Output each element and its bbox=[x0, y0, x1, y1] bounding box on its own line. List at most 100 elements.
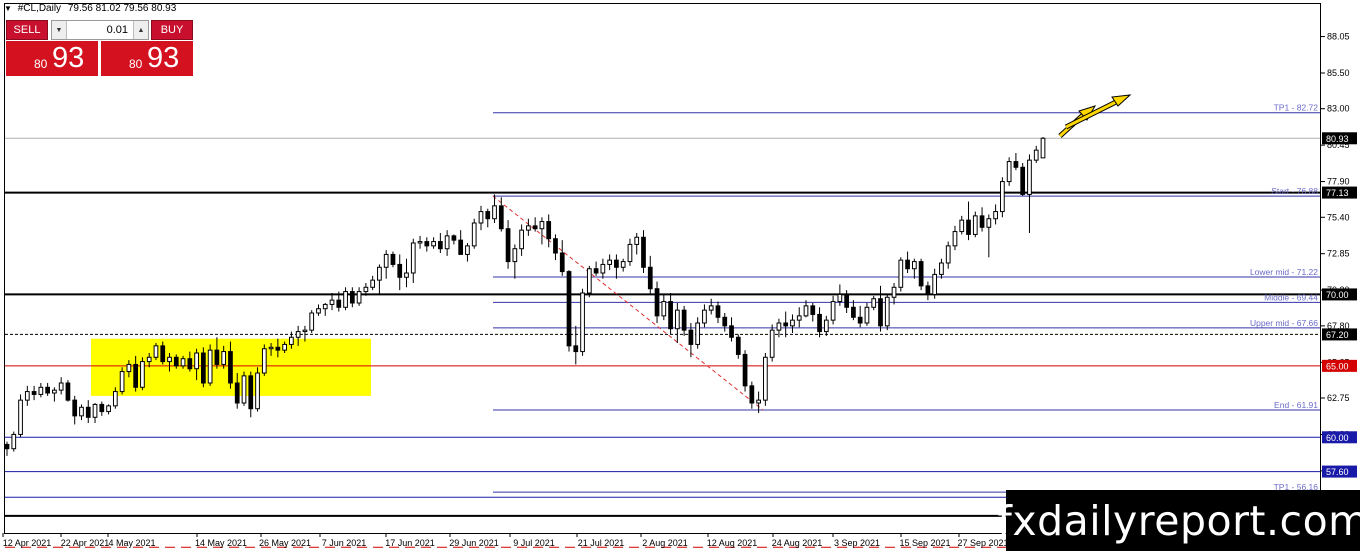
candle-body bbox=[58, 382, 64, 391]
candle-body bbox=[952, 231, 958, 247]
fib-label: TP1 - 82.72 bbox=[1274, 103, 1319, 113]
candle-body bbox=[884, 296, 890, 327]
y-tick-label: 72.85 bbox=[1327, 249, 1350, 259]
candle-body bbox=[478, 211, 484, 224]
candle-body bbox=[851, 306, 856, 318]
y-tick-label: 85.50 bbox=[1327, 68, 1350, 78]
x-tick-label: 12 Apr 2021 bbox=[3, 538, 52, 548]
candle-body bbox=[1006, 161, 1012, 183]
candle-body bbox=[485, 211, 491, 220]
candle-body bbox=[769, 329, 775, 358]
candle-body bbox=[316, 308, 321, 314]
candle-body bbox=[329, 299, 335, 305]
lot-increase-icon[interactable]: ▲ bbox=[133, 21, 148, 39]
fibonacci-levels: TP1 - 82.72 Start - 76.88 Lower mid - 71.2… bbox=[493, 103, 1320, 493]
plot-frame bbox=[4, 3, 1321, 534]
fib-label: Start - 76.88 bbox=[1271, 186, 1318, 196]
x-tick-label: 4 May 2021 bbox=[108, 538, 155, 548]
candle-body bbox=[65, 382, 71, 401]
candle-body bbox=[796, 315, 802, 321]
fib-label: End - 61.91 bbox=[1274, 400, 1318, 410]
candle-body bbox=[275, 346, 281, 351]
candle-body bbox=[681, 309, 687, 331]
candle-body bbox=[221, 351, 227, 365]
candle-body bbox=[776, 322, 782, 331]
candle-body bbox=[668, 301, 673, 330]
x-tick-label: 3 Sep 2021 bbox=[834, 538, 880, 548]
candle-body bbox=[45, 386, 50, 394]
chart-title-bar: ▼ #CL,Daily 79.56 81.02 79.56 80.93 bbox=[4, 3, 176, 14]
candle-body bbox=[153, 345, 159, 358]
candle-body bbox=[857, 316, 863, 324]
candle-body bbox=[918, 261, 924, 287]
x-tick-label: 24 Aug 2021 bbox=[772, 538, 823, 548]
candle-body bbox=[993, 211, 998, 220]
candle-body bbox=[241, 375, 247, 404]
candle-body bbox=[160, 345, 166, 363]
x-tick-label: 22 Apr 2021 bbox=[61, 538, 110, 548]
lot-decrease-icon[interactable]: ▼ bbox=[52, 21, 67, 39]
sell-price-small: 80 bbox=[34, 57, 48, 71]
y-tick-label: 75.40 bbox=[1327, 212, 1350, 222]
sell-button[interactable]: SELL bbox=[6, 20, 48, 40]
candle-body bbox=[553, 238, 558, 254]
candle-body bbox=[383, 253, 389, 268]
buy-price-button[interactable]: 80 93 bbox=[101, 41, 193, 76]
candle-body bbox=[173, 356, 179, 367]
price-tag-label: 57.60 bbox=[1326, 467, 1349, 477]
candle-body bbox=[654, 288, 660, 317]
candle-body bbox=[11, 433, 17, 450]
candle-body bbox=[363, 286, 369, 293]
sell-price-button[interactable]: 80 93 bbox=[6, 41, 98, 76]
candle-body bbox=[688, 329, 694, 345]
candle-body bbox=[133, 363, 139, 388]
candle-body bbox=[126, 363, 132, 373]
candle-body bbox=[634, 236, 640, 245]
y-tick-label: 88.05 bbox=[1327, 32, 1350, 42]
candle-body bbox=[702, 309, 707, 324]
candle-body bbox=[99, 403, 105, 413]
candle-body bbox=[106, 405, 111, 413]
caret-down-icon[interactable]: ▼ bbox=[4, 4, 12, 13]
candle-body bbox=[614, 259, 619, 268]
candle-body bbox=[1027, 159, 1032, 195]
lot-value[interactable]: 0.01 bbox=[107, 24, 128, 36]
price-tag-label: 80.93 bbox=[1326, 134, 1349, 144]
candle-body bbox=[844, 293, 849, 308]
candle-body bbox=[539, 221, 545, 230]
buy-button[interactable]: BUY bbox=[151, 20, 193, 40]
lot-size-input[interactable]: ▼ 0.01 ▲ bbox=[51, 20, 149, 40]
candle-body bbox=[756, 399, 761, 404]
candle-body bbox=[559, 252, 565, 273]
candle-body bbox=[898, 259, 904, 288]
candle-body bbox=[641, 236, 646, 268]
price-tag-label: 70.00 bbox=[1326, 290, 1349, 300]
price-chart: TP1 - 82.72 Start - 76.88 Lower mid - 71.2… bbox=[2, 3, 1357, 548]
x-tick-label: 14 May 2021 bbox=[195, 538, 247, 548]
candle-body bbox=[18, 399, 23, 435]
candle-body bbox=[119, 371, 125, 393]
candle-body bbox=[309, 312, 315, 331]
price-tag-label: 77.13 bbox=[1326, 188, 1349, 198]
candle-body bbox=[1013, 161, 1019, 168]
candle-body bbox=[92, 403, 98, 418]
candle-body bbox=[526, 225, 531, 231]
candle-body bbox=[370, 279, 376, 288]
candle-body bbox=[1020, 166, 1026, 195]
candle-body bbox=[24, 391, 30, 401]
candle-body bbox=[749, 385, 755, 404]
candle-body bbox=[356, 291, 362, 304]
sell-price-big: 93 bbox=[52, 42, 85, 74]
candle-body bbox=[458, 239, 464, 255]
y-tick-label: 83.00 bbox=[1327, 104, 1350, 114]
candle-body bbox=[431, 241, 436, 247]
candle-body bbox=[905, 259, 910, 270]
candle-body bbox=[471, 222, 477, 247]
candle-body bbox=[607, 259, 613, 265]
candle-body bbox=[140, 361, 145, 388]
candle-body bbox=[268, 346, 274, 350]
candle-body bbox=[817, 313, 822, 333]
candle-body bbox=[72, 399, 78, 417]
candle-body bbox=[194, 352, 199, 370]
candle-body bbox=[444, 235, 450, 250]
